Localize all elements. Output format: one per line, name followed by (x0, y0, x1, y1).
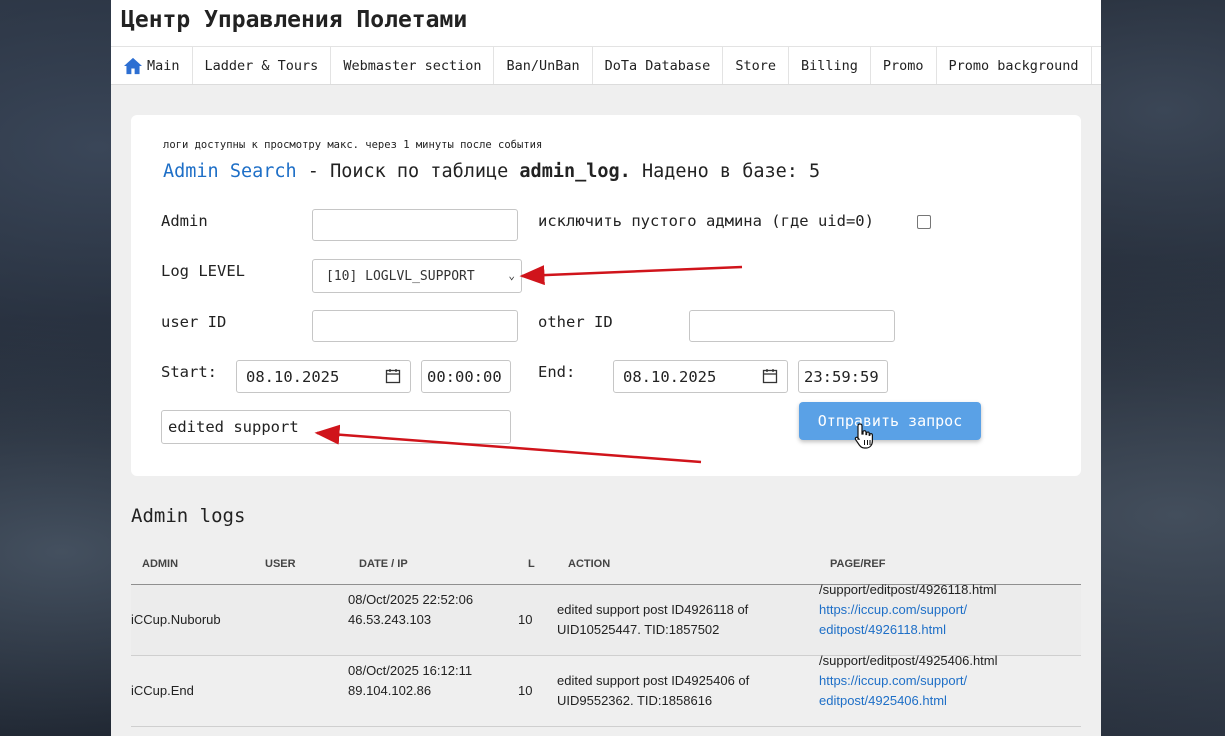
start-time-input[interactable]: 00:00:00 (421, 360, 511, 393)
ref-link-line[interactable]: editpost/4926118.html (819, 620, 997, 640)
log-level-select[interactable]: [10] LOGLVL_SUPPORT ⌄ (312, 259, 522, 293)
ref-link-line[interactable]: https://iccup.com/support/ (819, 600, 997, 620)
column-header-page-ref: PAGE/REF (830, 558, 886, 570)
action-cell: edited support post ID4925406 of UID9552… (557, 671, 749, 711)
heading-table-name: admin_log. (519, 161, 631, 182)
exclude-empty-admin-checkbox[interactable] (917, 215, 931, 229)
nav-item-label: Webmaster section (343, 57, 482, 74)
nav-item-promo[interactable]: Promo (871, 47, 937, 84)
submit-query-button[interactable]: Отправить запрос (799, 402, 981, 440)
column-header-admin: ADMIN (142, 558, 179, 570)
nav-item-label: Ban/UnBan (506, 57, 580, 74)
site-title: Центр Управления Полетами (121, 7, 468, 33)
start-label: Start: (161, 363, 217, 381)
other-id-input[interactable] (689, 310, 895, 342)
ref-link-line[interactable]: https://iccup.com/support/ (819, 671, 998, 691)
main-nav: Main Ladder & Tours Webmaster section Ba… (111, 47, 1101, 85)
admin-search-link[interactable]: Admin Search (163, 161, 297, 182)
nav-item-dota-database[interactable]: DoTa Database (593, 47, 724, 84)
heading-text: - Поиск по таблице (296, 161, 520, 182)
admin-cell: iCCup.Nuborub (131, 612, 221, 627)
start-time-value: 00:00:00 (427, 367, 502, 386)
table-row: iCCup.End 08/Oct/2025 16:12:11 89.104.10… (131, 653, 1081, 727)
ref-link[interactable]: https://iccup.com/support/editpost/49261… (819, 600, 997, 640)
date-value: 08/Oct/2025 22:52:06 (348, 592, 474, 607)
end-date-input[interactable]: 08.10.2025 (613, 360, 788, 393)
admin-input[interactable] (312, 209, 518, 241)
admin-label: Admin (161, 212, 208, 230)
level-cell: 10 (518, 683, 533, 698)
home-icon (124, 57, 142, 74)
admin-cell: iCCup.End (131, 683, 194, 698)
action-line: edited support post ID4926118 of (557, 602, 749, 617)
end-date-value: 08.10.2025 (623, 367, 717, 386)
chevron-down-icon: ⌄ (508, 269, 515, 282)
action-line: UID9552362. TID:1858616 (557, 693, 713, 708)
user-id-label: user ID (161, 313, 227, 331)
table-row: iCCup.Nuborub 08/Oct/2025 22:52:06 46.53… (131, 582, 1081, 656)
end-time-value: 23:59:59 (804, 367, 879, 386)
end-time-input[interactable]: 23:59:59 (798, 360, 888, 393)
date-ip-cell: 08/Oct/2025 22:52:06 46.53.243.103 (348, 590, 473, 630)
log-delay-note: логи доступны к просмотру макс. через 1 … (163, 139, 543, 151)
nav-item-label: Promo background (948, 57, 1079, 74)
ref-link[interactable]: https://iccup.com/support/editpost/49254… (819, 671, 998, 711)
nav-item-ladder-tours[interactable]: Ladder & Tours (193, 47, 332, 84)
nav-item-webmaster-section[interactable]: Webmaster section (331, 47, 495, 84)
exclude-empty-admin-label: исключить пустого админа (где uid=0) (538, 212, 874, 230)
column-header-action: ACTION (568, 558, 611, 570)
date-value: 08/Oct/2025 16:12:11 (348, 663, 473, 678)
calendar-icon[interactable] (762, 368, 778, 384)
nav-item-label: Billing (800, 57, 858, 74)
page-path: /support/editpost/4926118.html (819, 582, 997, 597)
nav-item-billing[interactable]: Billing (789, 47, 871, 84)
hand-cursor-icon (854, 423, 873, 449)
search-form-card: логи доступны к просмотру макс. через 1 … (131, 115, 1081, 476)
heading-found-count: Надено в базе: 5 (630, 161, 821, 182)
query-input[interactable] (161, 410, 511, 444)
ip-value: 46.53.243.103 (348, 612, 432, 627)
nav-item-promo-background[interactable]: Promo background (937, 47, 1092, 84)
nav-item-label: Ladder & Tours (204, 57, 319, 74)
end-label: End: (538, 363, 576, 381)
action-line: edited support post ID4925406 of (557, 673, 750, 688)
user-id-input[interactable] (312, 310, 518, 342)
action-cell: edited support post ID4926118 of UID1052… (557, 600, 748, 640)
log-level-selected: [10] LOGLVL_SUPPORT (326, 268, 475, 284)
start-date-value: 08.10.2025 (246, 367, 340, 386)
start-date-input[interactable]: 08.10.2025 (236, 360, 411, 393)
column-header-user: USER (265, 558, 296, 570)
log-level-label: Log LEVEL (161, 262, 245, 280)
nav-item-label: Main (147, 57, 180, 74)
nav-item-ban-unban[interactable]: Ban/UnBan (494, 47, 593, 84)
nav-item-store[interactable]: Store (723, 47, 789, 84)
page-ref-cell: /support/editpost/4925406.html https://i… (819, 651, 998, 711)
admin-logs-title: Admin logs (131, 505, 246, 527)
nav-item-main[interactable]: Main (111, 47, 193, 84)
page-ref-cell: /support/editpost/4926118.html https://i… (819, 580, 997, 640)
date-ip-cell: 08/Oct/2025 16:12:11 89.104.102.86 (348, 661, 472, 701)
nav-item-label: Store (735, 57, 776, 74)
page-container: Центр Управления Полетами Main Ladder & … (111, 0, 1101, 736)
ip-value: 89.104.102.86 (348, 683, 432, 698)
other-id-label: other ID (538, 313, 613, 331)
column-header-level: L (528, 558, 535, 570)
nav-item-label: DoTa Database (604, 57, 711, 74)
site-header: Центр Управления Полетами (111, 0, 1101, 47)
search-heading: Admin Search - Поиск по таблице admin_lo… (163, 161, 820, 182)
level-cell: 10 (518, 612, 533, 627)
calendar-icon[interactable] (385, 368, 401, 384)
admin-logs-table: ADMIN USER DATE / IP L ACTION PAGE/REF i… (131, 548, 1081, 727)
column-header-date-ip: DATE / IP (359, 558, 408, 570)
ref-link-line[interactable]: editpost/4925406.html (819, 691, 998, 711)
action-line: UID10525447. TID:1857502 (557, 622, 720, 637)
nav-item-label: Promo (882, 57, 924, 74)
page-path: /support/editpost/4925406.html (819, 653, 998, 668)
